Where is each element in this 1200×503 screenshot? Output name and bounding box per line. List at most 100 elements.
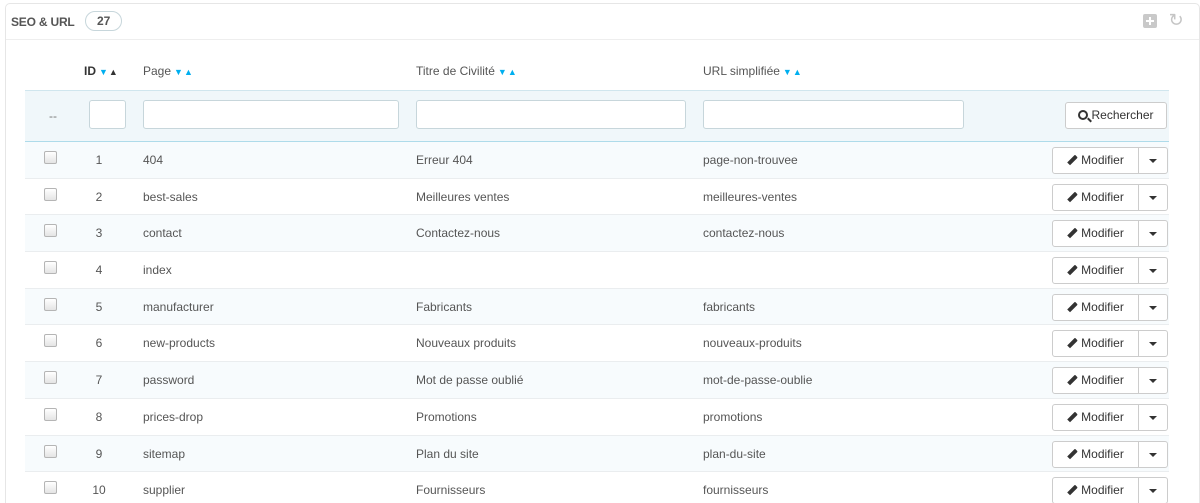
edit-button[interactable]: Modifier: [1053, 184, 1139, 210]
row-actions: Modifier: [1052, 293, 1168, 321]
cell-url: page-non-trouvee: [703, 153, 798, 167]
chevron-down-icon[interactable]: [1139, 258, 1167, 283]
edit-button-label: Modifier: [1081, 446, 1124, 461]
sort-asc-icon[interactable]: ▲: [184, 67, 194, 77]
chevron-down-icon[interactable]: [1139, 148, 1167, 173]
pencil-icon: [1067, 264, 1078, 275]
edit-button[interactable]: Modifier: [1053, 258, 1139, 284]
edit-button[interactable]: Modifier: [1053, 478, 1139, 503]
cell-url: mot-de-passe-oublie: [703, 373, 813, 388]
cell-id: 9: [95, 446, 103, 461]
chevron-down-icon[interactable]: [1139, 295, 1167, 320]
pencil-icon: [1067, 154, 1078, 165]
chevron-down-icon[interactable]: [1139, 405, 1167, 430]
sort-asc-icon[interactable]: ▲: [109, 67, 119, 77]
cell-title: Promotions: [416, 409, 477, 424]
plus-square-icon[interactable]: [1143, 14, 1157, 28]
row-actions: Modifier: [1052, 367, 1168, 395]
row-actions: Modifier: [1052, 403, 1168, 431]
cell-page: best-sales: [143, 189, 198, 204]
chevron-down-icon[interactable]: [1139, 221, 1167, 246]
chevron-down-icon[interactable]: [1139, 185, 1167, 210]
table-row: 10 supplier Fournisseurs fournisseurs Modifi…: [25, 472, 1169, 503]
cell-page: sitemap: [143, 446, 186, 461]
edit-button-label: Modifier: [1081, 483, 1124, 498]
cell-page: password: [143, 373, 195, 388]
sort-desc-icon[interactable]: ▼: [99, 67, 109, 77]
cell-id: 7: [95, 373, 103, 388]
filter-row: -- Rechercher: [25, 90, 1169, 142]
row-checkbox[interactable]: [44, 187, 57, 201]
row-checkbox[interactable]: [44, 151, 57, 164]
cell-page: supplier: [143, 483, 186, 498]
table-row: 9 sitemap Plan du site plan-du-site Modifier: [25, 435, 1169, 473]
filter-url-input[interactable]: [703, 100, 964, 129]
sort-desc-icon[interactable]: ▼: [783, 67, 793, 77]
cell-title: Nouveaux produits: [416, 336, 517, 351]
edit-button-label: Modifier: [1081, 189, 1124, 204]
row-checkbox[interactable]: [44, 371, 57, 385]
cell-id: 2: [95, 189, 103, 204]
table-body: 1 404 Erreur 404 page-non-trouvee Modifier 2 b…: [25, 142, 1169, 503]
table-row: 5 manufacturer Fabricants fabricants Modifie…: [25, 288, 1169, 326]
edit-button[interactable]: Modifier: [1053, 368, 1139, 394]
table-row: 3 contact Contactez-nous contactez-nous Modi…: [25, 215, 1169, 253]
filter-id-input[interactable]: [89, 100, 126, 129]
row-actions: Modifier: [1052, 477, 1168, 503]
table-row: 7 password Mot de passe oublié mot-de-passe…: [25, 362, 1169, 399]
chevron-down-icon[interactable]: [1139, 331, 1167, 356]
edit-button[interactable]: Modifier: [1053, 148, 1139, 173]
row-actions: Modifier: [1052, 147, 1168, 174]
cell-title: Meilleures ventes: [416, 189, 510, 204]
row-checkbox[interactable]: [44, 261, 57, 275]
edit-button[interactable]: Modifier: [1053, 404, 1139, 430]
edit-button[interactable]: Modifier: [1053, 294, 1139, 320]
cell-page: manufacturer: [143, 299, 214, 314]
row-checkbox[interactable]: [44, 224, 57, 238]
cell-title: Contactez-nous: [416, 226, 501, 241]
cell-title: Fabricants: [416, 299, 473, 314]
filter-page-input[interactable]: [143, 100, 399, 129]
edit-button-label: Modifier: [1081, 153, 1124, 167]
row-checkbox[interactable]: [44, 407, 57, 421]
edit-button[interactable]: Modifier: [1053, 221, 1139, 247]
chevron-down-icon[interactable]: [1139, 368, 1167, 393]
cell-url: fournisseurs: [703, 483, 769, 498]
row-checkbox[interactable]: [44, 444, 57, 458]
column-header-url-label: URL simplifiée: [703, 64, 780, 78]
cell-title: Erreur 404: [416, 153, 473, 167]
cell-id: 8: [95, 409, 103, 424]
search-button-label: Rechercher: [1091, 108, 1154, 122]
pencil-icon: [1067, 227, 1078, 238]
column-header-page-label: Page: [143, 64, 172, 78]
column-header-id: ID ▼▲: [84, 64, 119, 78]
panel-heading: SEO & URL 27 ↻: [6, 4, 1199, 40]
pencil-icon: [1067, 301, 1078, 312]
table-row: 8 prices-drop Promotions promotions Modifier: [25, 398, 1169, 436]
cell-title: Fournisseurs: [416, 483, 486, 498]
cell-page: 404: [143, 153, 164, 167]
row-actions: Modifier: [1052, 440, 1168, 468]
cell-id: 10: [92, 483, 106, 498]
search-button[interactable]: Rechercher: [1065, 102, 1167, 129]
row-checkbox[interactable]: [44, 481, 57, 495]
row-checkbox[interactable]: [44, 297, 57, 311]
cell-title: Plan du site: [416, 446, 479, 461]
sort-asc-icon[interactable]: ▲: [508, 67, 518, 77]
edit-button[interactable]: Modifier: [1053, 441, 1139, 467]
sort-desc-icon[interactable]: ▼: [174, 67, 184, 77]
row-checkbox[interactable]: [44, 334, 57, 348]
refresh-icon[interactable]: ↻: [1166, 10, 1186, 30]
table-row: 4 index Modifier: [25, 252, 1169, 289]
chevron-down-icon[interactable]: [1139, 478, 1167, 503]
cell-url: fabricants: [703, 299, 756, 314]
filter-title-input[interactable]: [416, 100, 686, 129]
chevron-down-icon[interactable]: [1139, 442, 1167, 467]
cell-url: plan-du-site: [703, 446, 766, 461]
sort-asc-icon[interactable]: ▲: [793, 67, 803, 77]
edit-button-label: Modifier: [1081, 299, 1124, 314]
edit-button[interactable]: Modifier: [1053, 331, 1139, 357]
row-actions: Modifier: [1052, 183, 1168, 211]
cell-url: contactez-nous: [703, 226, 785, 241]
sort-desc-icon[interactable]: ▼: [498, 67, 508, 77]
